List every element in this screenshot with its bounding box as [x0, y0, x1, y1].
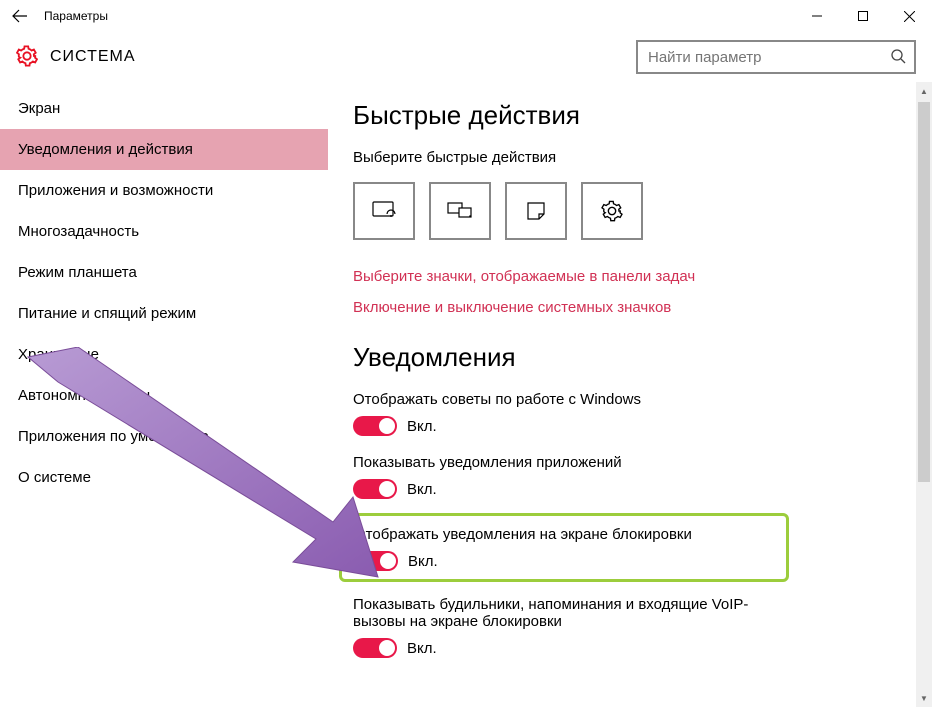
- titlebar: Параметры: [0, 0, 932, 32]
- sidebar-item-offline-maps[interactable]: Автономные карты: [0, 375, 328, 416]
- setting-lockscreen-notif-state: Вкл.: [408, 553, 438, 570]
- quick-actions-sub: Выберите быстрые действия: [353, 149, 902, 166]
- setting-alarms-state: Вкл.: [407, 640, 437, 657]
- back-button[interactable]: [0, 0, 40, 32]
- link-taskbar-icons[interactable]: Выберите значки, отображаемые в панели з…: [353, 268, 902, 285]
- link-system-icons[interactable]: Включение и выключение системных значков: [353, 299, 902, 316]
- close-icon: [904, 11, 915, 22]
- highlight-box: Отображать уведомления на экране блокиро…: [339, 513, 789, 582]
- sidebar-item-notifications[interactable]: Уведомления и действия: [0, 129, 328, 170]
- setting-app-notifications-label: Показывать уведомления приложений: [353, 454, 773, 471]
- sidebar-item-display[interactable]: Экран: [0, 88, 328, 129]
- notifications-heading: Уведомления: [353, 342, 902, 373]
- setting-alarms-toggle[interactable]: [353, 638, 397, 658]
- quick-actions-row: [353, 182, 902, 240]
- sidebar-item-default-apps[interactable]: Приложения по умолчанию: [0, 416, 328, 457]
- maximize-icon: [858, 11, 868, 21]
- scroll-down-icon[interactable]: ▼: [916, 689, 932, 707]
- setting-app-notifications-toggle[interactable]: [353, 479, 397, 499]
- quick-tile-project[interactable]: [429, 182, 491, 240]
- quick-actions-heading: Быстрые действия: [353, 100, 902, 131]
- header-row: СИСТЕМА: [0, 32, 932, 82]
- sidebar-item-apps[interactable]: Приложения и возможности: [0, 170, 328, 211]
- arrow-left-icon: [12, 8, 28, 24]
- project-icon: [447, 202, 473, 220]
- quick-tile-note[interactable]: [505, 182, 567, 240]
- scroll-up-icon[interactable]: ▲: [916, 82, 932, 100]
- note-icon: [526, 201, 546, 221]
- tablet-icon: [372, 201, 396, 221]
- setting-windows-tips-toggle[interactable]: [353, 416, 397, 436]
- close-button[interactable]: [886, 0, 932, 32]
- minimize-button[interactable]: [794, 0, 840, 32]
- scrollbar-thumb[interactable]: [918, 102, 930, 482]
- maximize-button[interactable]: [840, 0, 886, 32]
- setting-lockscreen-notif-toggle[interactable]: [354, 551, 398, 571]
- sidebar-item-multitasking[interactable]: Многозадачность: [0, 211, 328, 252]
- setting-alarms-label: Показывать будильники, напоминания и вхо…: [353, 596, 773, 630]
- content-area: Быстрые действия Выберите быстрые действ…: [328, 82, 932, 707]
- setting-lockscreen-notif-label: Отображать уведомления на экране блокиро…: [354, 526, 774, 543]
- gear-icon: [16, 45, 38, 70]
- setting-app-notifications-state: Вкл.: [407, 481, 437, 498]
- sidebar-item-power[interactable]: Питание и спящий режим: [0, 293, 328, 334]
- scrollbar[interactable]: ▲ ▼: [916, 82, 932, 707]
- sidebar-item-about[interactable]: О системе: [0, 457, 328, 498]
- setting-windows-tips-label: Отображать советы по работе с Windows: [353, 391, 773, 408]
- minimize-icon: [812, 11, 822, 21]
- setting-windows-tips-state: Вкл.: [407, 418, 437, 435]
- search-input[interactable]: [646, 48, 890, 67]
- window-title: Параметры: [44, 9, 108, 23]
- page-title: СИСТЕМА: [50, 48, 136, 66]
- search-box[interactable]: [636, 40, 916, 74]
- sidebar-item-storage[interactable]: Хранилище: [0, 334, 328, 375]
- settings-icon: [601, 200, 623, 222]
- sidebar-item-tablet-mode[interactable]: Режим планшета: [0, 252, 328, 293]
- quick-tile-settings[interactable]: [581, 182, 643, 240]
- quick-tile-tablet[interactable]: [353, 182, 415, 240]
- search-icon: [890, 48, 906, 67]
- sidebar: Экран Уведомления и действия Приложения …: [0, 82, 328, 707]
